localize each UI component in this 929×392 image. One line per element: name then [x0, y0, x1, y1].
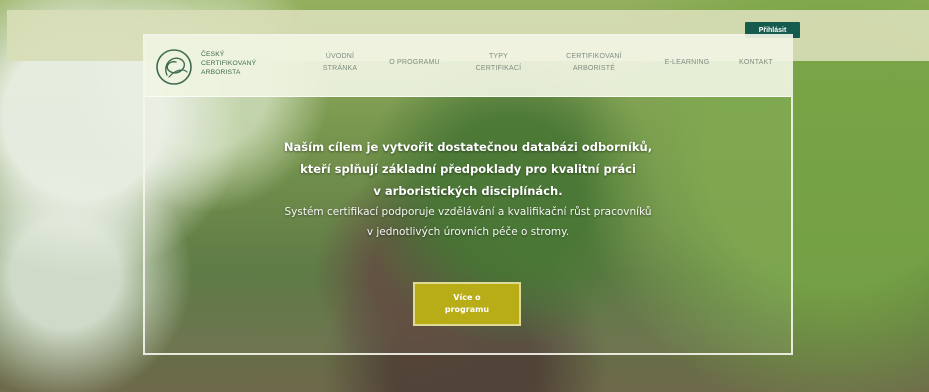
nav-item-kontakt[interactable]: Kontakt	[731, 57, 781, 69]
nav-item-o-programu[interactable]: O programu	[377, 57, 452, 69]
more-about-program-button[interactable]: Více o programu	[413, 282, 521, 326]
nav-item-label-line1: O programu	[389, 59, 440, 66]
nav-item-label-line1: Typy	[488, 53, 509, 60]
hero-text: Naším cílem je vytvořit dostatečnou data…	[145, 136, 791, 242]
nav-item-e-learning[interactable]: E-learning	[655, 57, 719, 69]
main-navigation: Úvodní stránka O programu Typy certifika…	[145, 36, 791, 96]
nav-item-label-line2: certifikací	[475, 65, 522, 72]
nav-item-label-line1: Úvodní	[325, 53, 355, 60]
hero-title-line-3: v arboristických disciplínách.	[373, 184, 563, 198]
hero-subtitle-line-2: v jednotlivých úrovních péče o stromy.	[366, 226, 570, 238]
hero-title-line-2: kteří splňují základní předpoklady pro k…	[300, 162, 636, 176]
nav-item-certifikovani-arboriste[interactable]: Certifikovaní arboristé	[551, 51, 637, 75]
nav-item-uvodni-stranka[interactable]: Úvodní stránka	[310, 51, 370, 75]
nav-item-label-line2: arboristé	[572, 65, 616, 72]
nav-item-label-line1: Kontakt	[739, 59, 773, 66]
nav-item-label-line1: Certifikovaní	[566, 53, 622, 60]
site-header: Český certifikovaný arborista Úvodní str…	[145, 36, 791, 97]
hero-panel: Český certifikovaný arborista Úvodní str…	[143, 34, 793, 355]
nav-item-label-line2: stránka	[322, 65, 358, 72]
nav-item-label-line1: E-learning	[664, 59, 710, 66]
cta-label-line1: Více o	[453, 293, 481, 302]
cta-label-line2: programu	[444, 305, 490, 314]
nav-item-typy-certifikaci[interactable]: Typy certifikací	[471, 51, 526, 75]
hero-title-line-1: Naším cílem je vytvořit dostatečnou data…	[283, 140, 653, 154]
hero-subtitle-line-1: Systém certifikací podporuje vzdělávání …	[284, 206, 652, 218]
